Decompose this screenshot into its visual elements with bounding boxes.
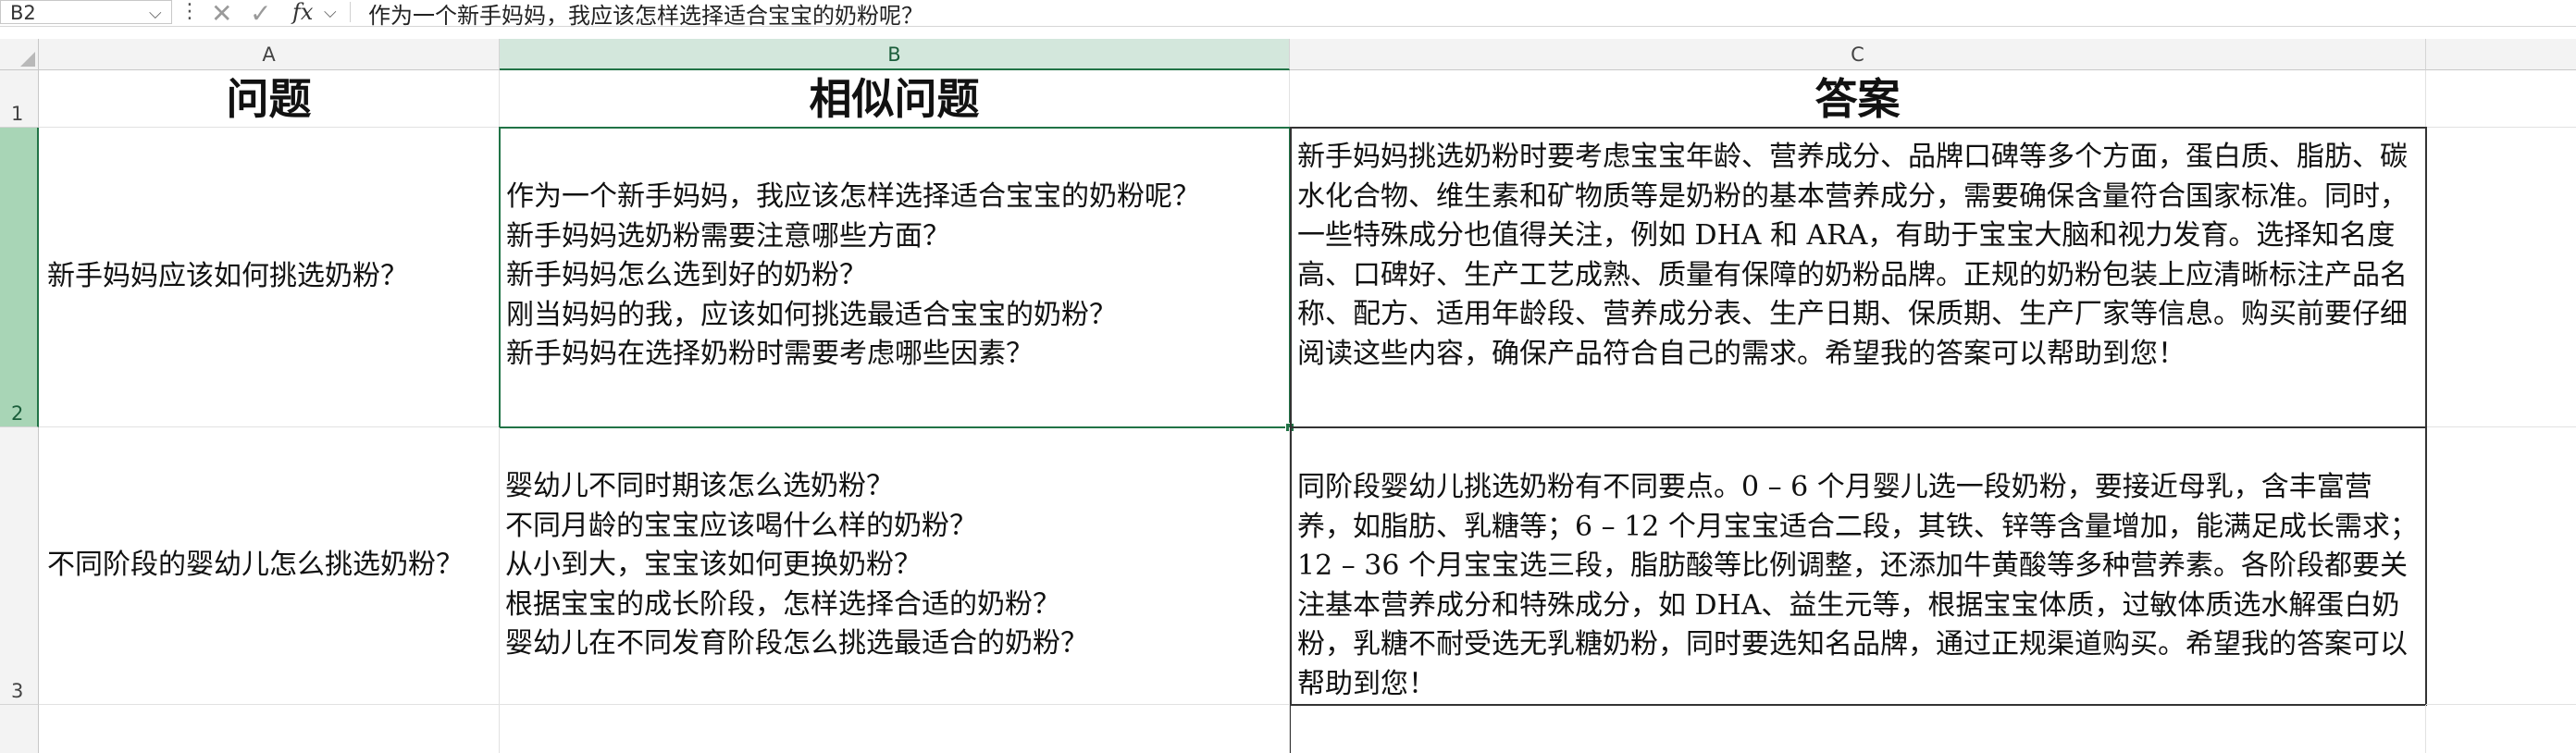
- cell-c4[interactable]: [1290, 705, 2426, 753]
- cell-b1[interactable]: 相似问题: [500, 70, 1290, 128]
- cell-c2[interactable]: 新手妈妈挑选奶粉时要考虑宝宝年龄、营养成分、品牌口碑等多个方面，蛋白质、脂肪、碳…: [1290, 127, 2427, 428]
- cell-d1[interactable]: [2426, 70, 2576, 128]
- similar-questions-text: 婴幼儿不同时期该怎么选奶粉？ 不同月龄的宝宝应该喝什么样的奶粉？ 从小到大，宝宝…: [505, 470, 1088, 660]
- cell-c3[interactable]: 同阶段婴幼儿挑选奶粉有不同要点。0 – 6 个月婴儿选一段奶粉，要接近母乳，含丰…: [1290, 426, 2427, 706]
- name-box-value: B2: [10, 2, 36, 24]
- cell-a2[interactable]: 新手妈妈应该如何挑选奶粉？: [39, 128, 500, 427]
- header-similar-questions: 相似问题: [809, 74, 980, 124]
- column-header-a[interactable]: A: [39, 39, 500, 70]
- answer-text: 新手妈妈挑选奶粉时要考虑宝宝年龄、营养成分、品牌口碑等多个方面，蛋白质、脂肪、碳…: [1297, 141, 2408, 370]
- question-text: 不同阶段的婴幼儿怎么挑选奶粉？: [47, 549, 464, 581]
- cell-a3[interactable]: 不同阶段的婴幼儿怎么挑选奶粉？: [39, 427, 500, 705]
- cell-d2[interactable]: [2426, 128, 2576, 427]
- row-header-1[interactable]: 1: [0, 70, 39, 128]
- cell-d3[interactable]: [2426, 427, 2576, 705]
- column-header-c[interactable]: C: [1290, 39, 2426, 70]
- insert-function-icon[interactable]: fx: [292, 0, 313, 25]
- cell-d4[interactable]: [2426, 705, 2576, 753]
- check-icon[interactable]: ✓: [250, 0, 271, 29]
- question-text: 新手妈妈应该如何挑选奶粉？: [47, 260, 408, 292]
- cell-b4[interactable]: [500, 705, 1290, 753]
- header-answer: 答案: [1814, 74, 1901, 124]
- cell-b2-active[interactable]: 作为一个新手妈妈，我应该怎样选择适合宝宝的奶粉呢？ 新手妈妈选奶粉需要注意哪些方…: [499, 127, 1291, 428]
- formula-bar-divider: [350, 2, 351, 22]
- select-all-corner[interactable]: [0, 39, 39, 70]
- cancel-icon[interactable]: ✕: [211, 0, 232, 29]
- formula-input[interactable]: 作为一个新手妈妈，我应该怎样选择适合宝宝的奶粉呢？: [368, 0, 923, 30]
- header-question: 问题: [226, 74, 312, 124]
- cell-b3[interactable]: 婴幼儿不同时期该怎么选奶粉？ 不同月龄的宝宝应该喝什么样的奶粉？ 从小到大，宝宝…: [500, 427, 1290, 705]
- row-header-3[interactable]: 3: [0, 427, 39, 705]
- name-box[interactable]: B2 ⌵: [0, 0, 172, 24]
- formula-bar: B2 ⌵ ⋮ ✕ ✓ fx ⌵ 作为一个新手妈妈，我应该怎样选择适合宝宝的奶粉呢…: [0, 0, 2576, 30]
- row-header-2[interactable]: 2: [0, 128, 39, 427]
- similar-questions-text: 作为一个新手妈妈，我应该怎样选择适合宝宝的奶粉呢？ 新手妈妈选奶粉需要注意哪些方…: [506, 180, 1200, 370]
- answer-text: 同阶段婴幼儿挑选奶粉有不同要点。0 – 6 个月婴儿选一段奶粉，要接近母乳，含丰…: [1297, 471, 2418, 700]
- cell-a1[interactable]: 问题: [39, 70, 500, 128]
- column-header-b[interactable]: B: [500, 39, 1290, 70]
- chevron-down-icon[interactable]: ⌵: [149, 4, 162, 23]
- cell-a4[interactable]: [39, 705, 500, 753]
- cell-c1[interactable]: 答案: [1290, 70, 2426, 128]
- more-options-icon[interactable]: ⋮: [180, 0, 200, 23]
- row-header-4[interactable]: [0, 705, 39, 753]
- chevron-down-icon[interactable]: ⌵: [324, 3, 337, 22]
- column-header-d[interactable]: [2426, 39, 2576, 70]
